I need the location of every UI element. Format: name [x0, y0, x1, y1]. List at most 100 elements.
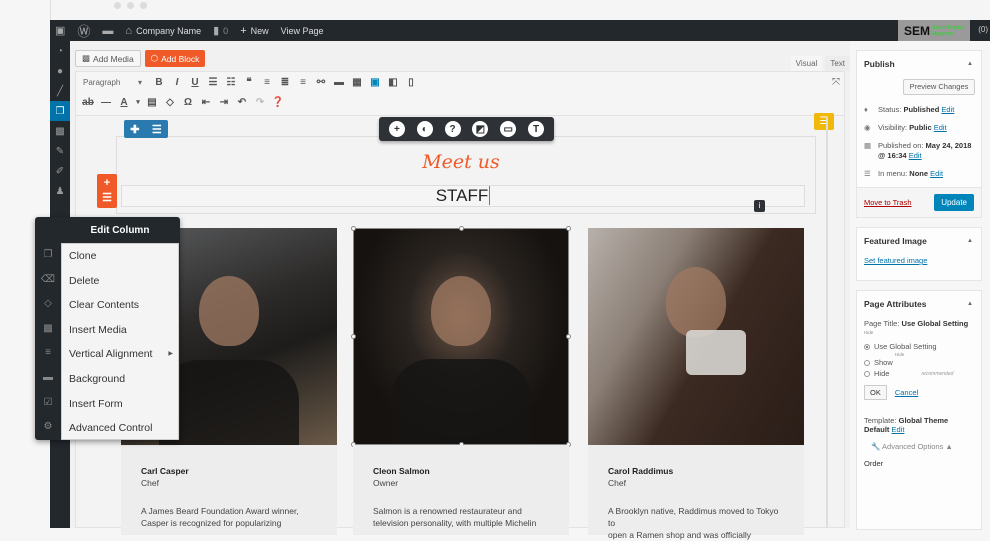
row-handle[interactable]: ✚ ☰	[124, 120, 168, 138]
resize-handle[interactable]	[566, 226, 571, 231]
plugin-icon[interactable]: ✐	[50, 161, 70, 181]
text-color-icon[interactable]: A	[116, 97, 132, 108]
ok-button[interactable]: OK	[864, 385, 887, 400]
menu-item-delete[interactable]: Delete	[62, 269, 178, 294]
toolbar-toggle-icon[interactable]: ▦	[349, 77, 365, 88]
indent-icon[interactable]: ⇥	[216, 97, 232, 108]
menu-item-advanced-control[interactable]: Advanced Control	[62, 416, 178, 441]
radio-show[interactable]: Show	[857, 357, 981, 368]
advanced-options-toggle[interactable]: 🔧 Advanced Options ▲	[857, 436, 981, 457]
background-icon[interactable]: ▬	[35, 366, 61, 391]
resize-handle[interactable]	[351, 226, 356, 231]
help-icon[interactable]: ❓	[270, 97, 286, 108]
comments-link[interactable]: ▮ 0	[213, 24, 228, 37]
outdent-icon[interactable]: ⇤	[198, 97, 214, 108]
edit-menu-link[interactable]: Edit	[930, 169, 943, 178]
edit-status-link[interactable]: Edit	[941, 105, 954, 114]
bullet-list-icon[interactable]: ☰	[205, 77, 221, 88]
wordpress-icon[interactable]: Ⓦ	[77, 21, 90, 40]
redo-icon[interactable]: ↷	[252, 97, 268, 108]
edit-template-link[interactable]: Edit	[892, 425, 905, 434]
color-dropdown-icon[interactable]: ▾	[134, 98, 142, 106]
collapse-icon[interactable]: ▬	[102, 25, 113, 37]
desktop-preview-icon[interactable]: ▣	[367, 77, 383, 88]
heading-script[interactable]: Meet us	[76, 151, 846, 173]
eraser-icon[interactable]: ◇	[35, 292, 61, 317]
cart-count[interactable]: (0)	[978, 25, 988, 34]
form-icon[interactable]: ☑	[35, 391, 61, 416]
radio-hide[interactable]: Hide recommended	[857, 368, 981, 379]
tab-visual[interactable]: Visual	[790, 56, 823, 71]
staff-photo-carol[interactable]	[588, 228, 804, 445]
move-to-trash-link[interactable]: Move to Trash	[864, 198, 912, 207]
lightbulb-icon[interactable]: ●	[50, 61, 70, 81]
fullscreen-icon[interactable]: ⤧	[832, 77, 840, 88]
undo-icon[interactable]: ↶	[234, 97, 250, 108]
align-icon[interactable]: ≡	[35, 341, 61, 366]
publish-header[interactable]: Publish ▲	[857, 51, 981, 77]
pin-icon[interactable]: ✎	[50, 141, 70, 161]
info-icon[interactable]: i	[754, 200, 765, 212]
edit-visibility-link[interactable]: Edit	[934, 123, 947, 132]
align-left-icon[interactable]: ≡	[259, 77, 275, 88]
italic-icon[interactable]: I	[169, 77, 185, 88]
add-media-button[interactable]: ▩ Add Media	[75, 50, 141, 67]
move-icon[interactable]: ✚	[130, 123, 139, 136]
tablet-preview-icon[interactable]: ◧	[385, 77, 401, 88]
tab-text[interactable]: Text	[825, 56, 850, 71]
site-name-link[interactable]: ⌂ Company Name	[125, 25, 201, 37]
new-link[interactable]: + New	[240, 25, 268, 37]
dashboard-icon[interactable]: ◔	[50, 41, 70, 61]
page-attributes-header[interactable]: Page Attributes ▲	[857, 291, 981, 317]
align-right-icon[interactable]: ≡	[295, 77, 311, 88]
typography-icon[interactable]: T	[528, 121, 545, 137]
format-select[interactable]: Paragraph ▾	[80, 75, 145, 90]
special-char-icon[interactable]: Ω	[180, 97, 196, 108]
align-center-icon[interactable]: ≣	[277, 77, 293, 88]
set-featured-image-link[interactable]: Set featured image	[864, 256, 927, 265]
menu-icon[interactable]: ☰	[97, 191, 117, 206]
clear-format-icon[interactable]: ◇	[162, 97, 178, 108]
menu-item-clone[interactable]: Clone	[62, 244, 178, 269]
view-page-link[interactable]: View Page	[281, 26, 324, 36]
menu-item-insert-form[interactable]: Insert Form	[62, 392, 178, 417]
horizontal-rule-icon[interactable]: —	[98, 97, 114, 108]
collapse-icon[interactable]: ▲	[967, 51, 973, 77]
preview-changes-button[interactable]: Preview Changes	[903, 79, 975, 95]
media-icon[interactable]: ▩	[35, 317, 61, 342]
section-handle[interactable]: ☰	[814, 113, 834, 130]
paste-text-icon[interactable]: ▤	[144, 97, 160, 108]
staff-photo-cleon[interactable]	[351, 226, 571, 447]
read-more-icon[interactable]: ▬	[331, 77, 347, 88]
site-logo-icon[interactable]: ▣	[55, 24, 65, 37]
help-icon[interactable]: ?	[444, 121, 461, 137]
strikethrough-icon[interactable]: ab	[80, 97, 96, 108]
layout-icon[interactable]: ▭	[500, 121, 517, 137]
clone-icon[interactable]: ❐	[35, 243, 61, 268]
gear-icon[interactable]: ⚙	[35, 415, 61, 440]
radio-use-global[interactable]: Use Global Setting	[857, 341, 981, 352]
featured-image-header[interactable]: Featured Image ▲	[857, 228, 981, 254]
edit-icon[interactable]: ◩	[472, 121, 489, 137]
brush-icon[interactable]: ╱	[50, 81, 70, 101]
update-button[interactable]: Update	[934, 194, 974, 211]
media-icon[interactable]: ▩	[50, 121, 70, 141]
bold-icon[interactable]: B	[151, 77, 167, 88]
cancel-link[interactable]: Cancel	[895, 388, 918, 397]
link-icon[interactable]: ⚯	[313, 77, 329, 88]
menu-item-insert-media[interactable]: Insert Media	[62, 318, 178, 343]
quote-icon[interactable]: ❝	[241, 77, 257, 88]
edit-date-link[interactable]: Edit	[909, 151, 922, 160]
resize-handle[interactable]	[566, 334, 571, 339]
pages-icon[interactable]: ❐	[50, 101, 70, 121]
delete-icon[interactable]: ⌫	[35, 268, 61, 293]
users-icon[interactable]: ♟	[50, 181, 70, 201]
collapse-icon[interactable]: ▲	[967, 228, 973, 254]
palette-icon[interactable]: ◐	[416, 121, 433, 137]
resize-handle[interactable]	[351, 334, 356, 339]
add-icon[interactable]: +	[388, 121, 405, 137]
column-handle[interactable]: + ☰	[97, 174, 117, 208]
resize-handle[interactable]	[459, 226, 464, 231]
numbered-list-icon[interactable]: ☷	[223, 77, 239, 88]
collapse-icon[interactable]: ▲	[967, 291, 973, 317]
